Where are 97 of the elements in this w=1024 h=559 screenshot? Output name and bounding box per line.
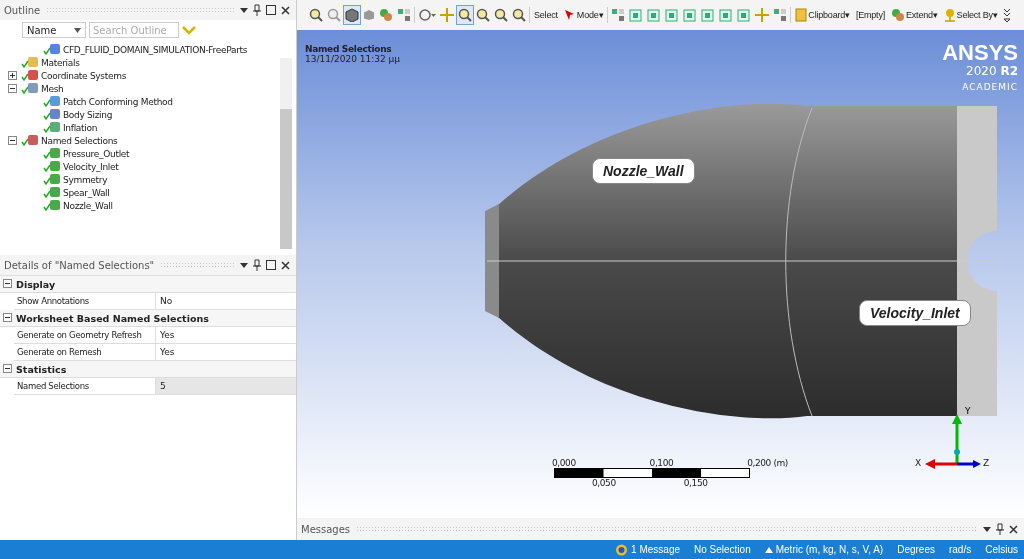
property-label: Generate on Remesh	[14, 344, 156, 360]
version-text: 2020 R2	[965, 64, 1018, 78]
close-icon[interactable]	[281, 5, 290, 15]
tree-item[interactable]: CFD_FLUID_DOMAIN_SIMULATION-FreeParts	[8, 43, 280, 56]
toolbar-button[interactable]: Clipboard▾	[792, 5, 853, 25]
property-value[interactable]: No	[156, 293, 296, 309]
scale-label: 0,150	[683, 478, 708, 488]
expand-icon[interactable]	[8, 71, 19, 80]
collapse-icon[interactable]	[3, 363, 12, 375]
toolbar-button[interactable]: Select	[531, 5, 561, 25]
overflow-icon[interactable]	[1002, 8, 1011, 22]
maximize-icon[interactable]	[266, 260, 276, 270]
tree-item[interactable]: Mesh	[8, 82, 280, 95]
caret-icon	[764, 546, 773, 553]
edition-text: ACADEMIC	[961, 82, 1018, 92]
tree-item[interactable]: Named Selections	[8, 134, 280, 147]
scale-label: 0,200 (m)	[747, 458, 788, 468]
caret-icon	[74, 27, 81, 33]
pin-icon	[943, 8, 956, 22]
status-text: Celsius	[985, 544, 1018, 555]
section-header: Statistics	[16, 363, 67, 375]
tree-node-icon	[43, 121, 61, 134]
tree-item[interactable]: Nozzle_Wall	[8, 199, 280, 212]
tree-item[interactable]: Symmetry	[8, 173, 280, 186]
toolbar-button[interactable]: Mode▾	[560, 5, 607, 25]
pin-icon[interactable]	[996, 523, 1004, 535]
property-value[interactable]: Yes	[156, 344, 296, 360]
tree-node-icon	[43, 108, 61, 121]
tree-item[interactable]: Coordinate Systems	[8, 69, 280, 82]
tree-node-icon	[21, 56, 39, 69]
callout-label: Velocity_Inlet	[859, 300, 971, 326]
toolbar-button[interactable]: Select By▾	[940, 5, 1001, 25]
message-icon	[615, 543, 629, 556]
property-label: Show Annotations	[14, 293, 156, 309]
clipboard-icon	[795, 8, 808, 22]
logo-text: ANSYS	[942, 42, 1018, 64]
tree-node-icon	[21, 82, 39, 95]
scale-label: 0,000	[552, 458, 576, 468]
toolbar-button[interactable]: Extend▾	[888, 5, 941, 25]
tree-node-icon	[43, 95, 61, 108]
tree-node-icon	[43, 199, 61, 212]
name-dropdown[interactable]: Name	[22, 22, 86, 38]
pane-title: Details of "Named Selections"	[4, 259, 155, 271]
status-text: 1 Message	[631, 544, 680, 555]
collapse-icon[interactable]	[3, 312, 12, 324]
cursor-icon	[563, 9, 576, 21]
tree-item[interactable]: Pressure_Outlet	[8, 147, 280, 160]
axis-label: Y	[965, 406, 971, 416]
magnifier-icon[interactable]	[456, 5, 474, 25]
maximize-icon[interactable]	[266, 5, 276, 15]
tree-node-icon	[43, 147, 61, 160]
property-label: Generate on Geometry Refresh	[14, 327, 156, 343]
status-text: rad/s	[948, 544, 972, 555]
tree-item[interactable]: Materials	[8, 56, 280, 69]
tree-item[interactable]: Patch Conforming Method	[8, 95, 280, 108]
tree-node-icon	[43, 160, 61, 173]
tree-item[interactable]: Inflation	[8, 121, 280, 134]
status-text: No Selection	[694, 544, 751, 555]
collapse-icon[interactable]	[8, 136, 19, 145]
status-text: Degrees	[897, 544, 935, 555]
callout-label: Nozzle_Wall	[592, 158, 695, 184]
property-value[interactable]: Yes	[156, 327, 296, 343]
scale-label: 0,100	[649, 458, 674, 468]
pane-title: Outline	[4, 4, 41, 16]
section-header: Display	[16, 278, 56, 290]
messages-indicator[interactable]: 1 Message	[615, 543, 680, 556]
tree-node-icon	[43, 186, 61, 199]
tree-item[interactable]: Velocity_Inlet	[8, 160, 280, 173]
property-value: 5	[156, 378, 296, 394]
toolbar-button[interactable]: [Empty]	[852, 5, 888, 25]
units-menu[interactable]: Metric (m, kg, N, s, V, A)	[764, 544, 884, 555]
tree-node-icon	[43, 173, 61, 186]
tree-item[interactable]: Body Sizing	[8, 108, 280, 121]
close-icon[interactable]	[281, 260, 290, 270]
dropdown-icon[interactable]	[240, 260, 248, 270]
search-field[interactable]: Search Outline	[89, 22, 179, 38]
tree-node-icon	[43, 43, 61, 56]
pin-icon[interactable]	[253, 259, 261, 271]
tree-node-icon	[21, 69, 39, 82]
scrollbar[interactable]	[280, 58, 292, 249]
pin-icon[interactable]	[253, 4, 261, 16]
section-header: Worksheet Based Named Selections	[16, 312, 209, 324]
close-icon[interactable]	[1009, 524, 1018, 534]
timestamp: 13/11/2020 11:32 μμ	[305, 54, 400, 64]
pane-title: Messages	[301, 523, 351, 535]
cube-icon[interactable]	[343, 5, 361, 25]
dropdown-icon[interactable]	[983, 524, 991, 534]
collapse-icon[interactable]	[3, 278, 12, 290]
spheres-icon	[891, 8, 905, 22]
axis-label: Z	[983, 458, 990, 468]
viewport-title: Named Selections	[305, 44, 393, 54]
tree-node-icon	[21, 134, 39, 147]
tree-item[interactable]: Spear_Wall	[8, 186, 280, 199]
scale-label: 0,050	[592, 478, 616, 488]
collapse-icon[interactable]	[8, 84, 19, 93]
axis-label: X	[915, 458, 922, 468]
dropdown-icon[interactable]	[240, 5, 248, 15]
